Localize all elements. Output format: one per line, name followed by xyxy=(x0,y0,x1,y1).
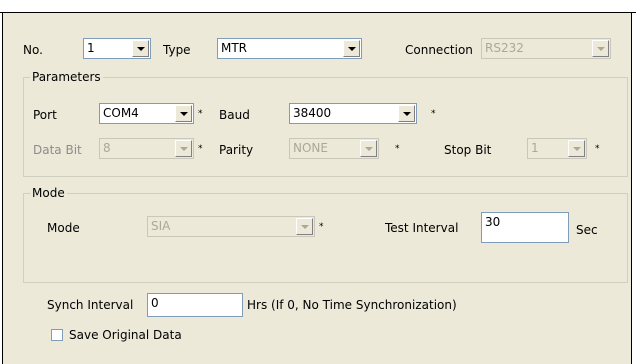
synch-interval-hint: Hrs (If 0, No Time Synchronization) xyxy=(247,298,457,312)
type-label: Type xyxy=(163,43,191,57)
type-value: MTR xyxy=(221,41,248,55)
chevron-down-icon xyxy=(360,140,377,157)
mode-title: Mode xyxy=(30,186,67,200)
parity-value: NONE xyxy=(293,141,328,155)
data-bit-label: Data Bit xyxy=(33,143,82,157)
baud-label: Baud xyxy=(219,108,250,122)
required-mark: * xyxy=(431,109,436,119)
data-bit-value: 8 xyxy=(103,141,111,155)
parity-combobox: NONE xyxy=(289,138,379,159)
connection-value: RS232 xyxy=(485,41,524,55)
stop-bit-combobox: 1 xyxy=(527,138,587,159)
type-combobox[interactable]: MTR xyxy=(217,38,362,59)
no-combobox[interactable]: 1 xyxy=(83,38,151,59)
chevron-down-icon[interactable] xyxy=(398,105,415,122)
test-interval-label: Test Interval xyxy=(385,221,459,235)
synch-interval-value: 0 xyxy=(151,296,159,310)
chevron-down-icon xyxy=(296,218,313,235)
port-combobox[interactable]: COM4 xyxy=(99,103,194,124)
save-original-label[interactable]: Save Original Data xyxy=(69,328,182,342)
data-bit-combobox: 8 xyxy=(99,138,194,159)
no-value: 1 xyxy=(87,41,95,55)
required-mark: * xyxy=(198,144,203,154)
parameters-group: Parameters xyxy=(23,70,628,177)
port-label: Port xyxy=(33,108,57,122)
chevron-down-icon xyxy=(568,140,585,157)
required-mark: * xyxy=(395,144,400,154)
stop-bit-value: 1 xyxy=(531,141,539,155)
chevron-down-icon xyxy=(592,40,609,57)
baud-value: 38400 xyxy=(293,106,332,120)
settings-panel: No. 1 Type MTR Connection RS232 Paramete… xyxy=(2,13,632,364)
save-original-checkbox[interactable] xyxy=(51,329,63,341)
test-interval-value: 30 xyxy=(485,215,501,229)
mode-value: SIA xyxy=(151,219,171,233)
parameters-title: Parameters xyxy=(30,70,103,84)
chevron-down-icon[interactable] xyxy=(343,40,360,57)
required-mark: * xyxy=(198,109,203,119)
required-mark: * xyxy=(319,222,324,232)
no-label: No. xyxy=(23,43,43,57)
chevron-down-icon[interactable] xyxy=(132,40,149,57)
baud-combobox[interactable]: 38400 xyxy=(289,103,417,124)
synch-interval-input[interactable]: 0 xyxy=(147,293,243,317)
test-interval-input[interactable]: 30 xyxy=(481,212,569,243)
top-border xyxy=(0,0,636,13)
stop-bit-label: Stop Bit xyxy=(444,143,492,157)
parity-label: Parity xyxy=(219,143,254,157)
chevron-down-icon[interactable] xyxy=(175,105,192,122)
connection-combobox: RS232 xyxy=(481,38,611,59)
chevron-down-icon xyxy=(175,140,192,157)
mode-combobox: SIA xyxy=(147,216,315,237)
connection-label: Connection xyxy=(405,43,473,57)
mode-label: Mode xyxy=(47,221,80,235)
synch-interval-label: Synch Interval xyxy=(47,298,134,312)
port-value: COM4 xyxy=(103,106,139,120)
test-interval-unit: Sec xyxy=(576,223,598,237)
required-mark: * xyxy=(595,144,600,154)
